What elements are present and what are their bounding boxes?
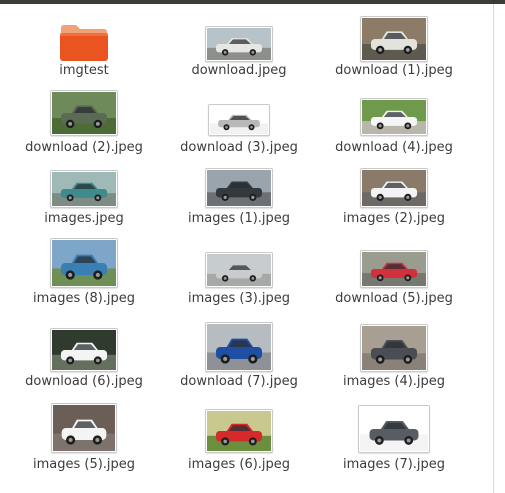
car-photo-icon bbox=[210, 106, 268, 134]
file-name-label[interactable]: download (7).jpeg bbox=[164, 374, 314, 390]
file-icon-grid: imgtest download.jpeg download (1).jpeg dow… bbox=[0, 0, 505, 493]
file-name-label[interactable]: download (5).jpeg bbox=[319, 291, 469, 307]
image-thumbnail[interactable] bbox=[360, 324, 428, 372]
file-name-label[interactable]: images (6).jpeg bbox=[164, 457, 314, 473]
car-photo-icon bbox=[52, 240, 116, 286]
image-thumbnail[interactable] bbox=[51, 403, 117, 453]
file-name-label[interactable]: download (3).jpeg bbox=[164, 140, 314, 156]
file-name-label[interactable]: images.jpeg bbox=[9, 211, 159, 227]
image-thumbnail[interactable] bbox=[205, 409, 273, 453]
file-name-label[interactable]: download (1).jpeg bbox=[319, 63, 469, 79]
file-name-label[interactable]: download (6).jpeg bbox=[9, 374, 159, 390]
image-thumbnail[interactable] bbox=[50, 90, 118, 136]
image-thumbnail[interactable] bbox=[208, 104, 270, 136]
car-photo-icon bbox=[52, 172, 116, 206]
image-thumbnail[interactable] bbox=[360, 98, 428, 136]
image-thumbnail[interactable] bbox=[205, 252, 273, 288]
car-photo-icon bbox=[362, 170, 426, 206]
car-photo-icon bbox=[52, 330, 116, 370]
file-name-label[interactable]: images (7).jpeg bbox=[319, 457, 469, 473]
file-name-label[interactable]: download (4).jpeg bbox=[319, 140, 469, 156]
car-photo-icon bbox=[362, 326, 426, 370]
car-photo-icon bbox=[53, 405, 115, 451]
image-thumbnail[interactable] bbox=[50, 170, 118, 208]
car-photo-icon bbox=[207, 411, 271, 451]
file-name-label[interactable]: images (8).jpeg bbox=[9, 291, 159, 307]
image-thumbnail[interactable] bbox=[358, 405, 430, 453]
file-name-label[interactable]: images (1).jpeg bbox=[164, 211, 314, 227]
file-name-label[interactable]: images (5).jpeg bbox=[9, 457, 159, 473]
file-name-label[interactable]: download (2).jpeg bbox=[9, 140, 159, 156]
car-photo-icon bbox=[207, 28, 271, 60]
image-thumbnail[interactable] bbox=[205, 168, 273, 208]
car-photo-icon bbox=[362, 18, 426, 60]
file-name-label[interactable]: images (4).jpeg bbox=[319, 374, 469, 390]
image-thumbnail[interactable] bbox=[50, 238, 118, 288]
car-photo-icon bbox=[360, 407, 428, 451]
file-name-label[interactable]: images (2).jpeg bbox=[319, 211, 469, 227]
image-thumbnail[interactable] bbox=[50, 328, 118, 372]
car-photo-icon bbox=[207, 324, 271, 370]
car-photo-icon bbox=[362, 100, 426, 134]
folder-icon[interactable] bbox=[58, 22, 110, 62]
file-name-label[interactable]: download.jpeg bbox=[164, 63, 314, 79]
image-thumbnail[interactable] bbox=[360, 168, 428, 208]
car-photo-icon bbox=[52, 92, 116, 134]
file-name-label[interactable]: imgtest bbox=[9, 63, 159, 79]
image-thumbnail[interactable] bbox=[360, 16, 428, 62]
image-thumbnail[interactable] bbox=[205, 322, 273, 372]
file-name-label[interactable]: images (3).jpeg bbox=[164, 291, 314, 307]
folder-icon-graphic bbox=[60, 25, 108, 61]
image-thumbnail[interactable] bbox=[360, 250, 428, 288]
car-photo-icon bbox=[362, 252, 426, 286]
car-photo-icon bbox=[207, 170, 271, 206]
car-photo-icon bbox=[207, 254, 271, 286]
image-thumbnail[interactable] bbox=[205, 26, 273, 62]
